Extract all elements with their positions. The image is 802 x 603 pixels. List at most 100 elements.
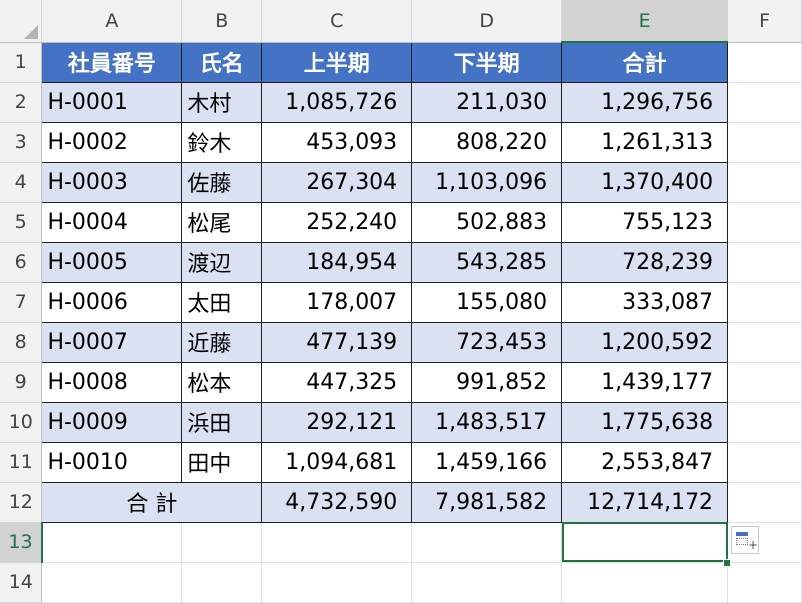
employee-id-cell[interactable]: H-0005 — [41, 241, 183, 283]
row-header-10[interactable]: 10 — [0, 402, 43, 443]
empty-cell[interactable] — [261, 562, 413, 603]
total-cell[interactable]: 333,087 — [561, 281, 729, 323]
employee-id-cell[interactable]: H-0004 — [41, 201, 183, 243]
first-half-cell[interactable]: 292,121 — [261, 401, 413, 443]
table-header-cell[interactable]: 社員番号 — [41, 41, 183, 83]
employee-id-cell[interactable]: H-0006 — [41, 281, 183, 323]
empty-cell[interactable] — [561, 562, 729, 603]
total-cell[interactable]: 755,123 — [561, 201, 729, 243]
empty-cell[interactable] — [727, 362, 802, 403]
name-cell[interactable]: 田中 — [181, 441, 263, 483]
employee-id-cell[interactable]: H-0009 — [41, 401, 183, 443]
empty-cell[interactable] — [727, 402, 802, 443]
select-all-corner[interactable] — [0, 0, 43, 43]
row-header-8[interactable]: 8 — [0, 322, 43, 363]
row-header-1[interactable]: 1 — [0, 42, 43, 83]
row-header-3[interactable]: 3 — [0, 122, 43, 163]
first-half-cell[interactable]: 267,304 — [261, 161, 413, 203]
second-half-cell[interactable]: 155,080 — [411, 281, 563, 323]
name-cell[interactable]: 松尾 — [181, 201, 263, 243]
empty-cell[interactable] — [727, 122, 802, 163]
row-header-2[interactable]: 2 — [0, 82, 43, 123]
empty-cell[interactable] — [727, 162, 802, 203]
second-half-cell[interactable]: 723,453 — [411, 321, 563, 363]
column-header-e[interactable]: E — [561, 0, 729, 43]
row-header-4[interactable]: 4 — [0, 162, 43, 203]
second-half-cell[interactable]: 502,883 — [411, 201, 563, 243]
empty-cell[interactable] — [727, 202, 802, 243]
column-header-a[interactable]: A — [41, 0, 183, 43]
table-header-cell[interactable]: 氏名 — [181, 41, 263, 83]
empty-cell[interactable] — [727, 482, 802, 523]
column-header-c[interactable]: C — [261, 0, 413, 43]
first-half-cell[interactable]: 1,085,726 — [261, 81, 413, 123]
first-half-cell[interactable]: 184,954 — [261, 241, 413, 283]
employee-id-cell[interactable]: H-0002 — [41, 121, 183, 163]
empty-cell[interactable] — [181, 562, 263, 603]
grand-total-label[interactable]: 合 計 — [41, 481, 263, 523]
name-cell[interactable]: 浜田 — [181, 401, 263, 443]
empty-cell[interactable] — [727, 322, 802, 363]
grand-total-second-half[interactable]: 7,981,582 — [411, 481, 563, 523]
employee-id-cell[interactable]: H-0008 — [41, 361, 183, 403]
first-half-cell[interactable]: 1,094,681 — [261, 441, 413, 483]
quick-analysis-button[interactable]: + — [731, 526, 759, 554]
second-half-cell[interactable]: 991,852 — [411, 361, 563, 403]
total-cell[interactable]: 1,370,400 — [561, 161, 729, 203]
grand-total-sum[interactable]: 12,714,172 — [561, 481, 729, 523]
active-cell-e13[interactable] — [561, 522, 729, 563]
empty-cell[interactable] — [727, 562, 802, 603]
total-cell[interactable]: 728,239 — [561, 241, 729, 283]
total-cell[interactable]: 1,261,313 — [561, 121, 729, 163]
empty-cell[interactable] — [41, 522, 183, 563]
first-half-cell[interactable]: 453,093 — [261, 121, 413, 163]
empty-cell[interactable] — [727, 282, 802, 323]
empty-cell[interactable] — [41, 562, 183, 603]
grand-total-first-half[interactable]: 4,732,590 — [261, 481, 413, 523]
second-half-cell[interactable]: 543,285 — [411, 241, 563, 283]
second-half-cell[interactable]: 1,459,166 — [411, 441, 563, 483]
name-cell[interactable]: 近藤 — [181, 321, 263, 363]
empty-cell[interactable] — [727, 442, 802, 483]
row-header-12[interactable]: 12 — [0, 482, 43, 523]
row-header-6[interactable]: 6 — [0, 242, 43, 283]
empty-cell[interactable] — [261, 522, 413, 563]
fill-handle[interactable] — [723, 559, 731, 567]
empty-cell[interactable] — [411, 562, 563, 603]
name-cell[interactable]: 佐藤 — [181, 161, 263, 203]
name-cell[interactable]: 木村 — [181, 81, 263, 123]
row-header-11[interactable]: 11 — [0, 442, 43, 483]
second-half-cell[interactable]: 211,030 — [411, 81, 563, 123]
empty-cell[interactable] — [727, 242, 802, 283]
column-header-b[interactable]: B — [181, 0, 263, 43]
row-header-5[interactable]: 5 — [0, 202, 43, 243]
name-cell[interactable]: 太田 — [181, 281, 263, 323]
row-header-9[interactable]: 9 — [0, 362, 43, 403]
column-header-d[interactable]: D — [411, 0, 563, 43]
empty-cell[interactable] — [411, 522, 563, 563]
name-cell[interactable]: 渡辺 — [181, 241, 263, 283]
second-half-cell[interactable]: 1,483,517 — [411, 401, 563, 443]
employee-id-cell[interactable]: H-0007 — [41, 321, 183, 363]
employee-id-cell[interactable]: H-0001 — [41, 81, 183, 123]
total-cell[interactable]: 1,775,638 — [561, 401, 729, 443]
first-half-cell[interactable]: 178,007 — [261, 281, 413, 323]
row-header-7[interactable]: 7 — [0, 282, 43, 323]
empty-cell[interactable] — [727, 42, 802, 83]
table-header-cell[interactable]: 下半期 — [411, 41, 563, 83]
second-half-cell[interactable]: 808,220 — [411, 121, 563, 163]
name-cell[interactable]: 鈴木 — [181, 121, 263, 163]
table-header-cell[interactable]: 合計 — [561, 41, 729, 83]
employee-id-cell[interactable]: H-0010 — [41, 441, 183, 483]
column-header-f[interactable]: F — [727, 0, 802, 43]
first-half-cell[interactable]: 447,325 — [261, 361, 413, 403]
first-half-cell[interactable]: 477,139 — [261, 321, 413, 363]
total-cell[interactable]: 1,296,756 — [561, 81, 729, 123]
empty-cell[interactable] — [727, 82, 802, 123]
second-half-cell[interactable]: 1,103,096 — [411, 161, 563, 203]
row-header-14[interactable]: 14 — [0, 562, 43, 603]
total-cell[interactable]: 1,439,177 — [561, 361, 729, 403]
table-header-cell[interactable]: 上半期 — [261, 41, 413, 83]
total-cell[interactable]: 1,200,592 — [561, 321, 729, 363]
row-header-13[interactable]: 13 — [0, 522, 43, 563]
